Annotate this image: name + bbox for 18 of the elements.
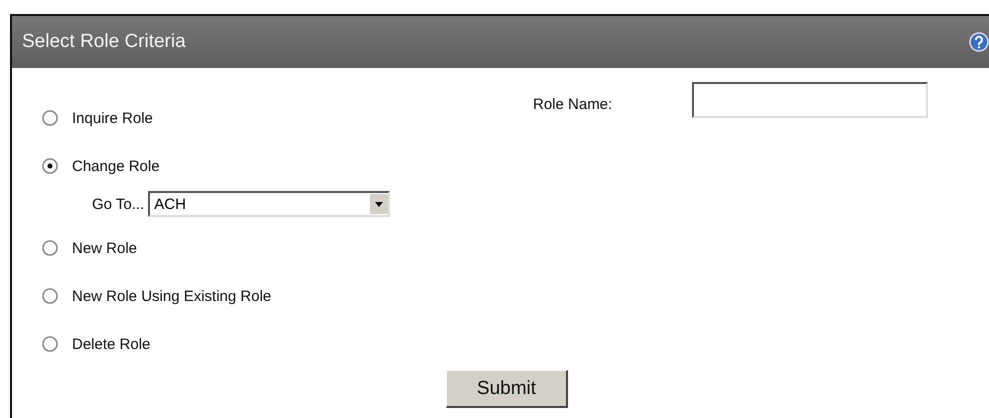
goto-dropdown[interactable]: ACH (148, 191, 390, 217)
help-icon[interactable] (969, 32, 989, 52)
radio-button[interactable] (42, 240, 58, 256)
option-label: New Role Using Existing Role (72, 288, 272, 304)
submit-button[interactable]: Submit (446, 370, 568, 408)
option-label: Inquire Role (72, 110, 153, 126)
role-name-label: Role Name: (533, 96, 612, 113)
radio-button[interactable] (42, 288, 58, 304)
goto-label: Go To... (92, 196, 144, 212)
caret-icon (369, 194, 388, 214)
radio-button[interactable] (42, 110, 58, 126)
option-label: Delete Role (72, 336, 150, 352)
panel-title: Select Role Criteria (22, 31, 186, 53)
radio-button[interactable] (42, 158, 58, 174)
role-name-field[interactable] (692, 82, 928, 118)
option-label: Change Role (72, 158, 160, 174)
radio-button[interactable] (42, 336, 58, 352)
option-label: New Role (72, 240, 138, 256)
